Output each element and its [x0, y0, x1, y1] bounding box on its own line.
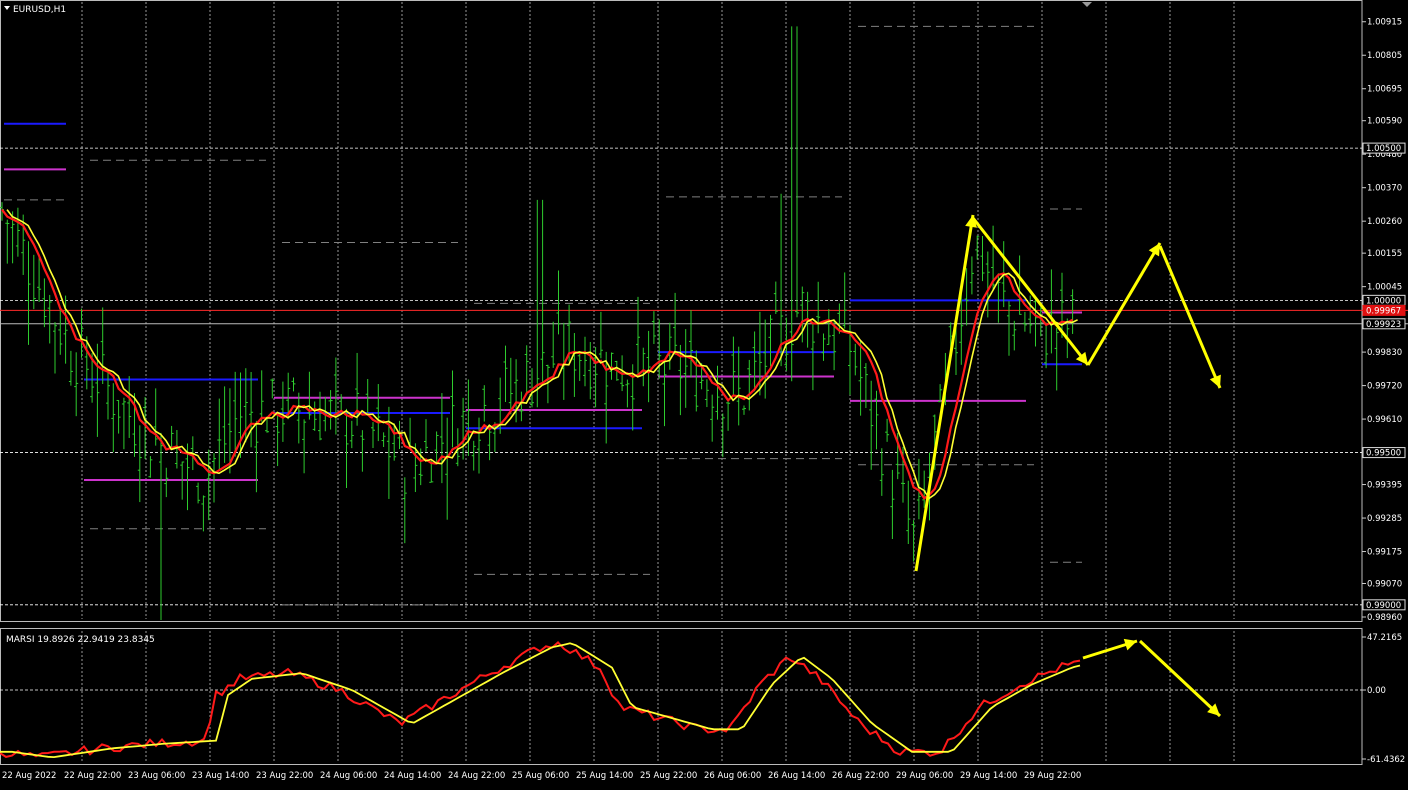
price-tick-label: 1.00695 — [1367, 85, 1402, 95]
price-tick-label: 0.99720 — [1367, 382, 1402, 392]
time-label: 24 Aug 22:00 — [448, 771, 505, 781]
price-tick-label: 0.99395 — [1367, 481, 1402, 491]
time-label: 29 Aug 22:00 — [1024, 771, 1081, 781]
price-box-label: 1.00500 — [1366, 144, 1401, 154]
price-tick-label: 0.99610 — [1367, 415, 1402, 425]
indicator-tick-label: 47.2165 — [1367, 633, 1402, 643]
price-tick-label: 1.00260 — [1367, 217, 1402, 227]
price-box-label: 0.99500 — [1366, 449, 1401, 459]
time-label: 22 Aug 22:00 — [64, 771, 121, 781]
price-tick-label: 1.00370 — [1367, 184, 1402, 194]
time-label: 25 Aug 06:00 — [512, 771, 569, 781]
time-label: 24 Aug 14:00 — [384, 771, 441, 781]
time-label: 26 Aug 06:00 — [704, 771, 761, 781]
price-tick-label: 0.99285 — [1367, 514, 1402, 524]
time-label: 29 Aug 06:00 — [896, 771, 953, 781]
price-tick-label: 1.00805 — [1367, 51, 1402, 61]
price-box-label: 0.99967 — [1366, 306, 1401, 316]
time-label: 26 Aug 22:00 — [832, 771, 889, 781]
indicator-tick-label: -61.4362 — [1367, 755, 1405, 765]
time-label: 24 Aug 06:00 — [320, 771, 377, 781]
price-box-label: 1.00000 — [1366, 296, 1401, 306]
time-axis: 22 Aug 2022 22 Aug 22:00 23 Aug 06:00 23 Au… — [2, 771, 1081, 781]
price-tick-label: 1.00590 — [1367, 117, 1402, 127]
time-label: 23 Aug 14:00 — [192, 771, 249, 781]
price-tick-label: 0.98960 — [1367, 613, 1402, 623]
time-label: 29 Aug 14:00 — [960, 771, 1017, 781]
chart-window: 1.009151.008051.006951.005901.004801.003… — [0, 0, 1408, 790]
time-label: 26 Aug 14:00 — [768, 771, 825, 781]
price-tick-label: 1.00915 — [1367, 18, 1402, 28]
time-label: 25 Aug 22:00 — [640, 771, 697, 781]
time-label: 22 Aug 2022 — [2, 771, 56, 781]
time-label: 23 Aug 06:00 — [128, 771, 185, 781]
time-label: 23 Aug 22:00 — [256, 771, 313, 781]
price-tick-label: 0.99830 — [1367, 348, 1402, 358]
chart-background — [0, 0, 1408, 790]
indicator-tick-label: 0.00 — [1367, 686, 1386, 696]
price-tick-label: 1.00045 — [1367, 283, 1402, 293]
chart-title: EURUSD,H1 — [13, 5, 66, 15]
symbol-title[interactable]: EURUSD,H1 — [4, 5, 66, 15]
price-box-label: 0.99000 — [1366, 601, 1401, 611]
price-tick-label: 0.99070 — [1367, 580, 1402, 590]
price-tick-label: 1.00155 — [1367, 249, 1402, 259]
time-label: 25 Aug 14:00 — [576, 771, 633, 781]
price-tick-label: 0.99175 — [1367, 548, 1402, 558]
indicator-title: MARSI 19.8926 22.9419 23.8345 — [6, 635, 155, 645]
price-box-label: 0.99923 — [1366, 320, 1401, 330]
